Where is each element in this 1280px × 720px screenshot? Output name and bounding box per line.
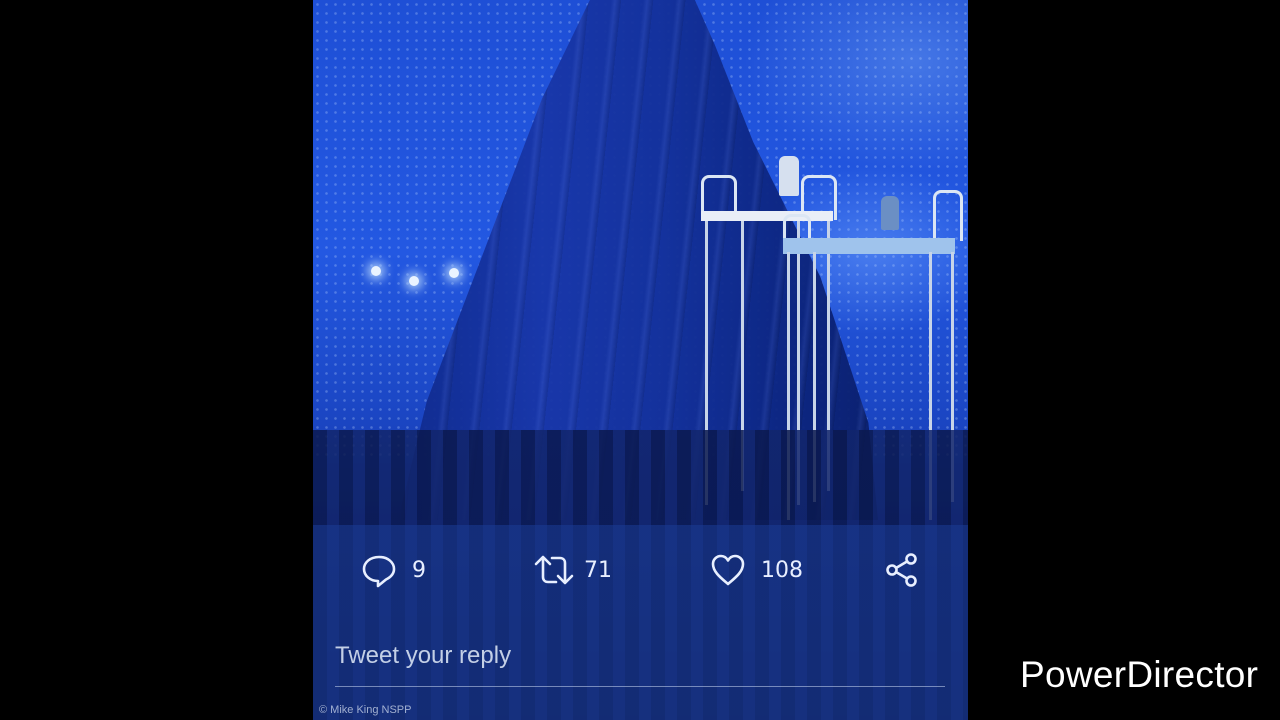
- like-button[interactable]: 108: [709, 548, 803, 592]
- stage-light: [409, 276, 419, 286]
- performer: [881, 196, 899, 230]
- retweet-button[interactable]: 71: [532, 548, 612, 592]
- powerdirector-watermark: PowerDirector: [1020, 654, 1259, 695]
- photo-credit: © Mike King NSPP: [319, 704, 412, 716]
- bed-footboard: [933, 190, 963, 241]
- tweet-screenshot-panel: 9 71 108 Tweet your reply © Mike King NS…: [313, 0, 968, 720]
- like-count: 108: [761, 557, 803, 583]
- stage-light: [371, 266, 381, 276]
- performer: [779, 156, 799, 196]
- retweet-count: 71: [584, 557, 612, 583]
- reply-bubble-icon: [360, 551, 398, 589]
- reply-button[interactable]: 9: [360, 548, 426, 592]
- reply-input[interactable]: [335, 636, 935, 676]
- retweet-icon: [532, 551, 574, 589]
- stage-light: [449, 268, 459, 278]
- reply-count: 9: [412, 557, 426, 583]
- share-button[interactable]: [883, 548, 921, 592]
- reply-composer: [335, 636, 945, 687]
- video-frame: 9 71 108 Tweet your reply © Mike King NS…: [0, 0, 1280, 720]
- heart-icon: [709, 551, 747, 589]
- share-icon: [883, 551, 921, 589]
